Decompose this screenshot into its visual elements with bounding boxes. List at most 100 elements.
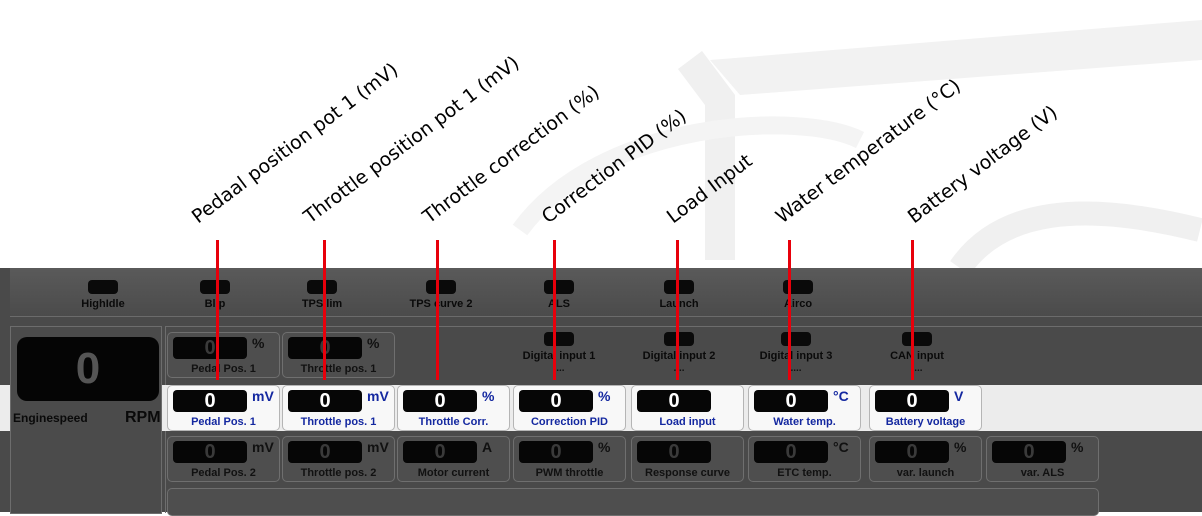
engine-speed-unit: RPM [125, 409, 161, 426]
gauge-label: var. launch [896, 467, 955, 479]
indicator-blip-light [200, 280, 230, 294]
gauge-throttle-pos1-percent: 0 % Throttle pos. 1 [282, 332, 395, 378]
pointer-line-throttle-position [323, 240, 326, 380]
gauge-value: 0 [519, 441, 593, 463]
indicator-airco-label: Airco [783, 298, 813, 310]
pointer-line-battery-voltage [911, 240, 914, 380]
gauge-load-input: 0 Load input [631, 385, 744, 431]
indicator-launch-label: Launch [659, 298, 699, 310]
gauge-unit: °C [833, 388, 849, 404]
gauge-value: 0 [637, 441, 711, 463]
gauge-unit: mV [367, 388, 389, 404]
gauge-value: 0 [637, 390, 711, 412]
gauge-unit: % [482, 388, 495, 404]
gauge-label: Response curve [645, 467, 730, 479]
digital-input-1-light [544, 332, 574, 346]
indicator-blip-label: Blip [204, 298, 226, 310]
gauge-label: Throttle pos. 1 [300, 416, 377, 428]
digital-input-2-value: .... [673, 363, 685, 374]
digital-input-2-light [664, 332, 694, 346]
gauge-water-temp: 0 °C Water temp. [748, 385, 861, 431]
gauge-value: 0 [403, 390, 477, 412]
gauge-pwm-throttle: 0 % PWM throttle [513, 436, 626, 482]
digital-input-1-label: Digital input 1 [522, 350, 596, 362]
indicator-tps-lim-light [307, 280, 337, 294]
gauge-pedal-pos2-mv: 0 mV Pedal Pos. 2 [167, 436, 280, 482]
indicator-highidle-light [88, 280, 118, 294]
digital-input-2-label: Digital input 2 [642, 350, 716, 362]
gauge-unit: mV [252, 388, 274, 404]
gauge-label: Pedal Pos. 1 [191, 363, 256, 375]
gauge-value: 0 [173, 390, 247, 412]
gauge-value: 0 [992, 441, 1066, 463]
gauge-label: Throttle Corr. [418, 416, 489, 428]
gauge-battery-voltage: 0 V Battery voltage [869, 385, 982, 431]
gauge-etc-temp: 0 °C ETC temp. [748, 436, 861, 482]
digital-input-3-value: .... [790, 363, 802, 374]
gauge-label: Motor current [417, 467, 490, 479]
indicator-tps-curve2-light [426, 280, 456, 294]
gauge-label: Battery voltage [885, 416, 966, 428]
gauge-pedal-pos1-mv: 0 mV Pedal Pos. 1 [167, 385, 280, 431]
gauge-unit: % [598, 439, 611, 455]
gauge-value: 0 [519, 390, 593, 412]
annotation-load-input: Load Input [662, 149, 757, 228]
gauge-motor-current: 0 A Motor current [397, 436, 510, 482]
gauge-unit: % [252, 335, 265, 351]
gauge-unit: mV [252, 439, 274, 455]
annotation-pedal-position: Pedaal position pot 1 (mV) [187, 58, 403, 228]
can-input-value: .... [911, 363, 923, 374]
gauge-throttle-corr: 0 % Throttle Corr. [397, 385, 510, 431]
gauge-label: Throttle pos. 2 [300, 467, 377, 479]
indicator-als-label: ALS [548, 298, 570, 310]
annotation-throttle-position: Throttle position pot 1 (mV) [299, 51, 524, 228]
gauge-label: Water temp. [773, 416, 836, 428]
gauge-label: Correction PID [530, 416, 608, 428]
pointer-line-pedal-position [216, 240, 219, 380]
gauge-value: 0 [173, 337, 247, 359]
gauge-unit: % [1071, 439, 1084, 455]
gauge-value: 0 [173, 441, 247, 463]
gauge-value: 0 [403, 441, 477, 463]
gauge-unit: % [954, 439, 967, 455]
indicator-als-light [544, 280, 574, 294]
indicator-highidle-label: HighIdle [81, 298, 125, 310]
gauge-value: 0 [288, 441, 362, 463]
gauge-label: ETC temp. [777, 467, 832, 479]
status-indicator-bar: HighIdle Blip TPS lim TPS curve 2 ALS La… [10, 268, 1202, 317]
engine-speed-panel: 0 Enginespeed RPM [10, 326, 162, 514]
gauge-label: PWM throttle [535, 467, 604, 479]
pointer-line-load-input [676, 240, 679, 380]
gauge-var-als: 0 % var. ALS [986, 436, 1099, 482]
gauge-value: 0 [875, 390, 949, 412]
gauge-label: Pedal Pos. 2 [191, 467, 256, 479]
gauge-unit: % [367, 335, 380, 351]
gauge-unit: mV [367, 439, 389, 455]
gauge-label: var. ALS [1020, 467, 1065, 479]
gauge-unit: °C [833, 439, 849, 455]
gauge-label: Pedal Pos. 1 [191, 416, 256, 428]
pointer-line-correction-pid [553, 240, 556, 380]
gauge-var-launch: 0 % var. launch [869, 436, 982, 482]
gauge-unit: A [482, 439, 493, 455]
gauge-pedal-pos1-percent: 0 % Pedal Pos. 1 [167, 332, 280, 378]
pointer-line-throttle-correction [436, 240, 439, 380]
indicator-launch-light [664, 280, 694, 294]
gauge-throttle-pos2-mv: 0 mV Throttle pos. 2 [282, 436, 395, 482]
engine-speed-value: 0 [17, 337, 159, 401]
indicator-tps-lim-label: TPS lim [301, 298, 343, 310]
digital-input-3-label: Digital input 3 [759, 350, 833, 362]
digital-input-3-light [781, 332, 811, 346]
engine-speed-label: Enginespeed [13, 411, 88, 425]
gauge-label: Load input [659, 416, 716, 428]
indicator-tps-curve2-label: TPS curve 2 [409, 298, 473, 310]
gauge-unit: V [954, 388, 964, 404]
can-input-label: CAN input [890, 350, 944, 362]
pointer-line-water-temperature [788, 240, 791, 380]
gauge-value: 0 [754, 390, 828, 412]
gauge-value: 0 [288, 390, 362, 412]
digital-input-1-value: .... [553, 363, 565, 374]
gauge-unit: % [598, 388, 611, 404]
gauge-correction-pid: 0 % Correction PID [513, 385, 626, 431]
gauge-value: 0 [875, 441, 949, 463]
